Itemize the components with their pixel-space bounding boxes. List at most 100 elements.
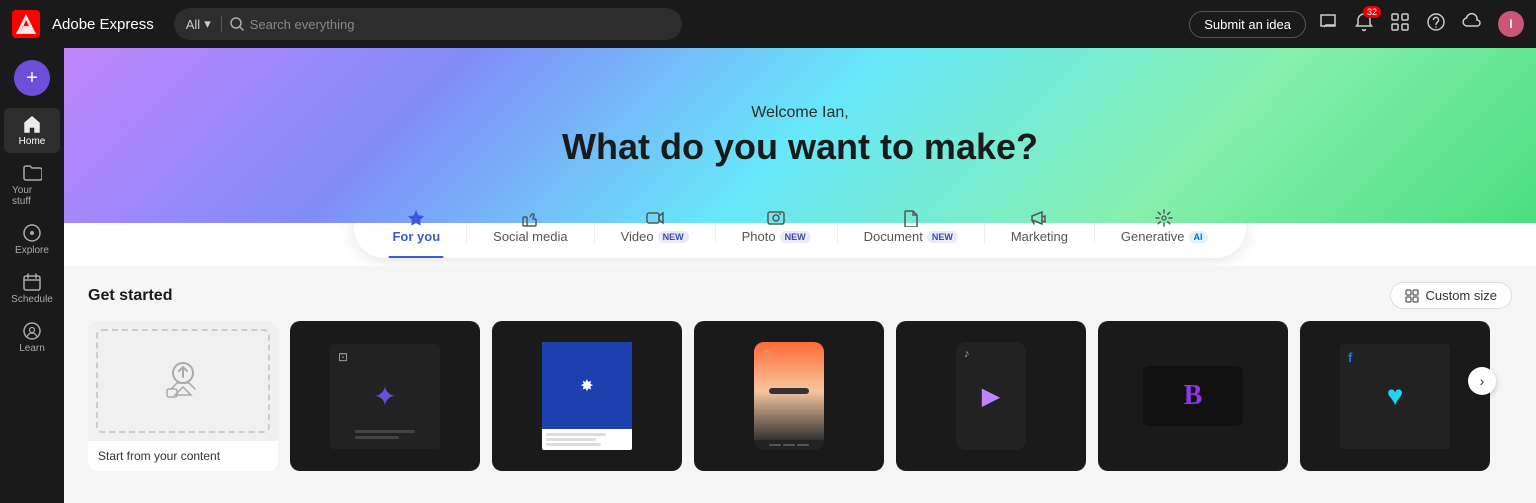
instagram-icon: ⊡ [338,350,348,364]
tab-video[interactable]: Video NEW [599,201,711,252]
insta-thumb-inner: ⊡ ✦ [330,344,440,449]
start-thumb-inner [96,329,270,433]
video-tab-icon [646,209,664,227]
tab-for-you-label: For you [392,229,440,244]
learn-label: Learn [19,343,45,354]
nav-icons-group: 32 I [1318,11,1524,37]
app-name-label: Adobe Express [52,16,154,33]
card-thumb-insta: ⊡ ✦ [290,321,480,471]
calendar-icon [22,272,42,292]
tab-marketing[interactable]: Marketing [989,201,1090,252]
hero-headline-text: What do you want to make? [562,126,1038,168]
document-tab-icon [902,209,920,227]
cloud-icon[interactable] [1462,12,1482,37]
hero-banner: Welcome Ian, What do you want to make? [64,48,1536,223]
search-icon [230,17,244,31]
tab-generative[interactable]: Generative AI [1099,201,1230,252]
flyer-inner: ✸ [542,342,632,450]
top-navigation: Adobe Express All ▾ Search everything Su… [0,0,1536,48]
tabs-inner-container: For you Social media [354,195,1245,258]
chevron-right-icon: › [1480,373,1485,389]
card-logo[interactable]: B Logo [1098,321,1288,471]
custom-size-label: Custom size [1425,288,1497,303]
tiktok-play-icon: ▶ [982,382,1000,411]
content-area: Welcome Ian, What do you want to make? F… [64,48,1536,503]
video-new-badge: NEW [658,231,689,243]
tab-document[interactable]: Document NEW [842,201,980,252]
schedule-label: Schedule [11,294,53,305]
card-tiktok-video[interactable]: ♪ ▶ TikTok video [896,321,1086,471]
card-thumb-logo: B [1098,321,1288,471]
get-started-section: Get started Custom size [64,266,1536,503]
plus-icon: + [26,67,38,90]
scroll-right-button[interactable]: › [1468,367,1496,395]
explore-icon [22,223,42,243]
card-thumb-start [88,321,278,441]
adobe-logo-icon[interactable] [12,10,40,38]
home-icon [22,114,42,134]
sidebar-item-explore[interactable]: Explore [4,217,60,262]
generative-ai-badge: AI [1189,231,1208,243]
tab-document-label: Document [864,229,923,244]
notification-badge: 32 [1363,6,1381,18]
apps-grid-icon[interactable] [1390,12,1410,37]
card-start-from-content[interactable]: Start from your content [88,321,278,471]
card-thumb-fb: f ♥ [1300,321,1490,471]
insta-star-icon: ✦ [373,380,396,413]
card-facebook-post[interactable]: f ♥ Facebook post [1300,321,1490,471]
create-button[interactable]: + [14,60,50,96]
user-avatar[interactable]: I [1498,11,1524,37]
search-filter-dropdown[interactable]: All ▾ [186,16,222,32]
explore-label: Explore [15,245,49,256]
custom-size-button[interactable]: Custom size [1390,282,1512,309]
tab-generative-label: Generative [1121,229,1185,244]
card-thumb-flyer: ✸ [492,321,682,471]
chat-icon[interactable] [1318,12,1338,37]
tab-photo-label: Photo [742,229,776,244]
search-bar[interactable]: All ▾ Search everything [174,8,682,40]
card-thumb-tiktok: ♪ ▶ [896,321,1086,471]
section-header: Get started Custom size [88,282,1512,309]
sidebar-item-learn[interactable]: Learn [4,315,60,360]
search-input-area[interactable]: Search everything [230,17,670,32]
tab-social-media[interactable]: Social media [471,201,589,252]
sidebar: + Home Your stuff Explore [0,48,64,503]
story-ig-icon: ⊡ [762,348,771,361]
card-instagram-story[interactable]: ⊡ Instagram stor [694,321,884,471]
flyer-badge: ✸ [542,342,632,429]
tab-photo[interactable]: Photo NEW [720,201,833,252]
card-flyer[interactable]: ✸ Flyer [492,321,682,471]
fb-heart-icon: ♥ [1387,380,1404,412]
card-thumb-story: ⊡ [694,321,884,471]
your-stuff-label: Your stuff [12,185,52,207]
avatar-initials: I [1509,17,1512,31]
insta-lines [355,430,415,439]
logo-b-icon: B [1184,380,1203,412]
notifications-icon[interactable]: 32 [1354,12,1374,37]
learn-icon [22,321,42,341]
custom-size-icon [1405,289,1419,303]
help-icon[interactable] [1426,12,1446,37]
sidebar-item-schedule[interactable]: Schedule [4,266,60,311]
hero-welcome-text: Welcome Ian, [562,104,1038,122]
sidebar-item-home[interactable]: Home [4,108,60,153]
home-label: Home [19,136,46,147]
tab-for-you[interactable]: For you [370,201,462,252]
flyer-lines [542,429,632,450]
photo-tab-icon [767,209,785,227]
facebook-f-icon: f [1348,350,1352,365]
tab-video-label: Video [621,229,654,244]
story-phone: ⊡ [754,342,824,450]
sidebar-item-your-stuff[interactable]: Your stuff [4,157,60,213]
submit-idea-button[interactable]: Submit an idea [1189,11,1306,38]
upload-cloud-icon [153,351,213,411]
hero-text-block: Welcome Ian, What do you want to make? [562,104,1038,168]
photo-new-badge: NEW [780,231,811,243]
tab-social-media-label: Social media [493,229,567,244]
generative-tab-icon [1155,209,1173,227]
star-tab-icon [407,209,425,227]
story-bar [769,388,809,394]
folder-icon [22,163,42,183]
search-placeholder-text: Search everything [250,17,355,32]
card-instagram-square[interactable]: ⊡ ✦ Instagram square post [290,321,480,471]
